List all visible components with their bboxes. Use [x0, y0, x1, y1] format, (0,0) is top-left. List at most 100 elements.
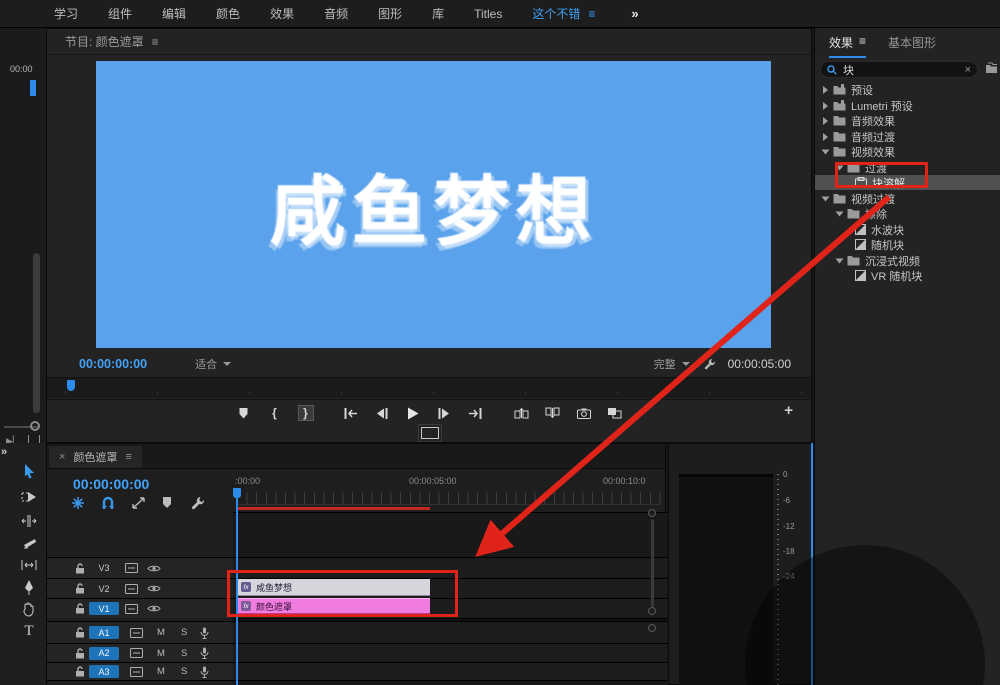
go-to-out-icon[interactable]	[467, 405, 483, 421]
workspace-menu-icon[interactable]: ≡	[588, 7, 595, 21]
sync-lock-icon[interactable]	[125, 563, 138, 573]
expander-icon[interactable]	[836, 258, 844, 263]
scrollbar-handle-audio[interactable]	[648, 624, 656, 632]
workspace-item-graphics[interactable]: 图形	[378, 5, 402, 22]
track-lane-a1[interactable]	[233, 621, 667, 643]
tree-item-video-transitions[interactable]: 视频过渡	[815, 191, 1000, 206]
lock-icon[interactable]	[75, 648, 85, 659]
close-icon[interactable]: ×	[59, 451, 65, 463]
solo-button[interactable]: S	[181, 627, 187, 638]
extract-icon[interactable]	[545, 405, 561, 421]
tree-item-audio-transitions[interactable]: 音频过渡	[815, 129, 1000, 144]
tab-essential-graphics[interactable]: 基本图形	[888, 34, 936, 58]
voiceover-mic-icon[interactable]	[200, 647, 209, 659]
tree-item-audio-effects[interactable]: 音频效果	[815, 113, 1000, 128]
tree-item-lumetri-presets[interactable]: Lumetri 预设	[815, 98, 1000, 113]
sync-lock-icon[interactable]	[130, 648, 143, 658]
workspace-item-learning[interactable]: 学习	[54, 5, 78, 22]
safe-margins-button[interactable]	[421, 427, 439, 439]
step-back-icon[interactable]	[374, 405, 390, 421]
track-label-v3[interactable]: V3	[89, 562, 119, 575]
lock-icon[interactable]	[75, 603, 85, 614]
tree-item-random-block[interactable]: 随机块	[815, 237, 1000, 252]
button-editor-plus-button[interactable]: +	[784, 402, 793, 419]
workspace-item-effects[interactable]: 效果	[270, 5, 294, 22]
step-forward-icon[interactable]	[436, 405, 452, 421]
voiceover-mic-icon[interactable]	[200, 666, 209, 678]
chevron-down-icon[interactable]	[223, 362, 231, 366]
hand-tool[interactable]	[20, 601, 38, 617]
playback-resolution-select[interactable]: 完整	[654, 356, 676, 372]
comparison-view-icon[interactable]	[607, 405, 623, 421]
monitor-playhead-marker[interactable]	[67, 380, 75, 391]
expander-icon[interactable]	[822, 149, 830, 154]
zoom-level-select[interactable]: 适合	[195, 356, 217, 372]
add-marker-icon[interactable]	[161, 496, 173, 509]
expander-icon[interactable]	[823, 133, 828, 141]
lift-icon[interactable]	[514, 405, 530, 421]
zoom-slider-knob[interactable]	[30, 421, 40, 431]
sync-lock-icon[interactable]	[130, 667, 143, 677]
vertical-scrollbar[interactable]	[651, 519, 654, 607]
expander-icon[interactable]	[822, 196, 830, 201]
workspace-item-active[interactable]: 这个不错	[532, 5, 580, 22]
left-strip-scrollbar[interactable]	[33, 253, 40, 413]
panel-menu-icon[interactable]: ≡	[125, 451, 131, 463]
go-to-in-icon[interactable]	[343, 405, 359, 421]
clear-search-icon[interactable]: ×	[965, 64, 971, 76]
effects-search-input[interactable]: 块 ×	[820, 61, 978, 78]
tree-item-water-wave-block[interactable]: 水波块	[815, 222, 1000, 237]
ripple-edit-tool[interactable]	[20, 513, 38, 529]
program-monitor-canvas[interactable]: 咸鱼梦想	[96, 61, 771, 348]
solo-button[interactable]: S	[181, 666, 187, 677]
tree-item-wipe-folder[interactable]: 擦除	[815, 206, 1000, 221]
lock-icon[interactable]	[75, 666, 85, 677]
tree-item-video-effects[interactable]: 视频效果	[815, 144, 1000, 159]
chevron-down-icon[interactable]	[682, 362, 690, 366]
track-lane-a2[interactable]	[233, 643, 667, 662]
track-output-eye-icon[interactable]	[147, 564, 161, 573]
linked-selection-icon[interactable]	[131, 496, 146, 510]
new-custom-bin-icon[interactable]	[985, 62, 998, 74]
pen-tool[interactable]	[20, 579, 38, 595]
mark-in-icon[interactable]: {	[267, 405, 283, 421]
track-label-a3[interactable]: A3	[89, 665, 119, 678]
lock-icon[interactable]	[75, 563, 85, 574]
expander-icon[interactable]	[823, 86, 828, 94]
left-strip-playhead-thumb[interactable]	[30, 80, 36, 96]
monitor-scrubber[interactable]	[47, 377, 811, 398]
timeline-ruler[interactable]	[237, 492, 661, 505]
track-output-eye-icon[interactable]	[147, 604, 161, 613]
type-tool[interactable]: T	[20, 623, 38, 639]
solo-button[interactable]: S	[181, 648, 187, 659]
sync-lock-icon[interactable]	[130, 628, 143, 638]
mute-button[interactable]: M	[157, 627, 165, 638]
scrollbar-handle-bottom[interactable]	[648, 607, 656, 615]
expander-icon[interactable]	[823, 117, 828, 125]
workspace-item-audio[interactable]: 音频	[324, 5, 348, 22]
add-marker-icon[interactable]	[236, 405, 252, 421]
export-frame-icon[interactable]	[576, 405, 592, 421]
play-icon[interactable]	[405, 405, 421, 421]
track-label-a1[interactable]: A1	[89, 626, 119, 639]
nested-sequence-icon[interactable]	[71, 496, 85, 510]
track-label-v1[interactable]: V1	[89, 602, 119, 615]
voiceover-mic-icon[interactable]	[200, 627, 209, 639]
panel-menu-icon[interactable]: ≡	[152, 35, 159, 49]
timeline-sequence-tab[interactable]: × 颜色遮罩 ≡	[49, 446, 142, 468]
workspace-item-editing[interactable]: 编辑	[162, 5, 186, 22]
timeline-settings-wrench-icon[interactable]	[191, 496, 205, 510]
sync-lock-icon[interactable]	[125, 584, 138, 594]
expander-icon[interactable]	[823, 102, 828, 110]
mute-button[interactable]: M	[157, 648, 165, 659]
sync-lock-icon[interactable]	[125, 604, 138, 614]
expander-icon[interactable]	[836, 211, 844, 216]
track-lane-a3[interactable]	[233, 662, 667, 680]
track-lane-master[interactable]	[233, 680, 667, 685]
timeline-playhead-timecode[interactable]: 00:00:00:00	[73, 476, 149, 492]
snap-icon[interactable]	[101, 496, 115, 510]
track-select-forward-tool[interactable]	[20, 489, 38, 505]
mute-button[interactable]: M	[157, 666, 165, 677]
workspace-item-color[interactable]: 颜色	[216, 5, 240, 22]
tab-effects[interactable]: 效果 ≡	[829, 34, 866, 58]
